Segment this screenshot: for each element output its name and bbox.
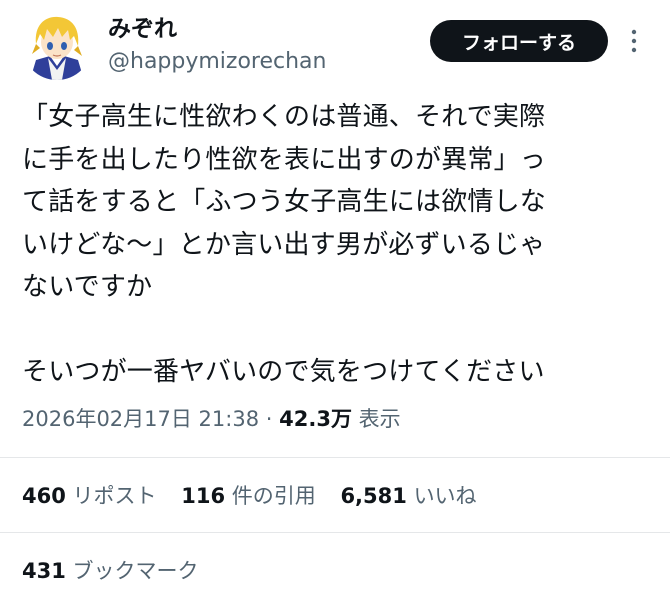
- author-avatar[interactable]: [22, 10, 92, 80]
- engagement-stats: 460 リポスト 116 件の引用 6,581 いいね: [22, 481, 477, 511]
- tweet-datetime[interactable]: 2026年02月17日 21:38: [22, 407, 259, 431]
- divider: [0, 457, 670, 458]
- quotes-label: 件の引用: [231, 484, 316, 508]
- reposts-label: リポスト: [72, 484, 157, 508]
- likes-stat[interactable]: 6,581 いいね: [340, 481, 476, 511]
- quotes-stat[interactable]: 116 件の引用: [181, 481, 316, 511]
- tweet-meta: 2026年02月17日 21:38 · 42.3万 表示: [22, 404, 401, 434]
- follow-button[interactable]: フォローする: [430, 20, 608, 62]
- meta-separator: ·: [265, 407, 273, 431]
- likes-label: いいね: [413, 484, 477, 508]
- reposts-count: 460: [22, 484, 66, 508]
- quotes-count: 116: [181, 484, 226, 508]
- anime-character-avatar-icon: [22, 10, 92, 80]
- bookmarks-stat[interactable]: 431 ブックマーク: [22, 556, 199, 586]
- likes-count: 6,581: [340, 484, 407, 508]
- views-label: 表示: [358, 407, 401, 431]
- author-handle[interactable]: @happymizorechan: [108, 47, 327, 77]
- bookmarks-count: 431: [22, 559, 66, 583]
- divider: [0, 532, 670, 533]
- bookmarks-label: ブックマーク: [72, 559, 199, 583]
- reposts-stat[interactable]: 460 リポスト: [22, 481, 157, 511]
- tweet-text: 「女子高生に性欲わくのは普通、それで実際 に手を出したり性欲を表に出すのが異常」…: [22, 102, 547, 387]
- views-count: 42.3万: [279, 407, 352, 431]
- author-display-name[interactable]: みぞれ: [108, 14, 177, 44]
- more-vertical-icon[interactable]: [626, 28, 642, 54]
